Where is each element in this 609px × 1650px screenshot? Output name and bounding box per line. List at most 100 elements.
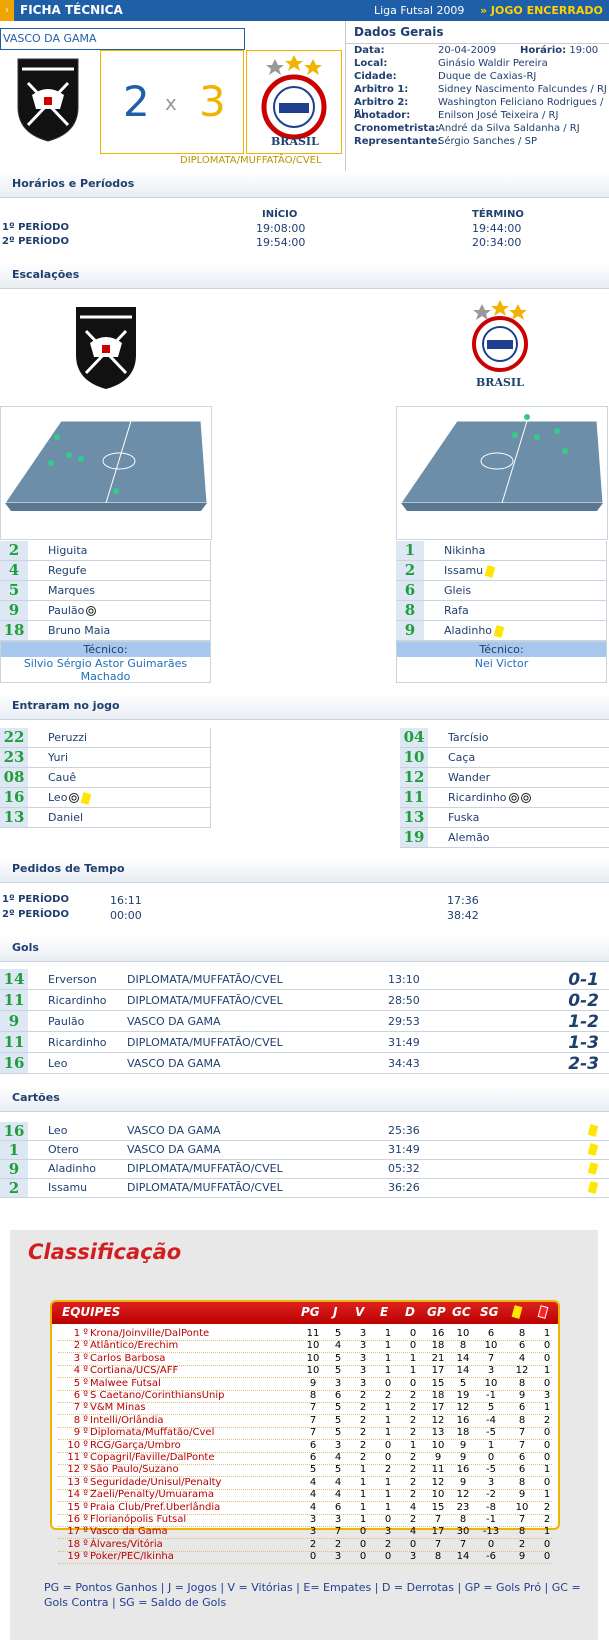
table-row: 2 Issamu DIPLOMATA/MUFFATÃO/CVEL 36:26 bbox=[0, 1179, 609, 1198]
table-row[interactable]: 14 º Zaeli/Penalty/Umuarama 4 4 1 1 2 10 12 -2 9 1 bbox=[58, 1489, 552, 1503]
dados-row: Local: Ginásio Waldir Pereira bbox=[354, 58, 548, 69]
stat-cell: 1 bbox=[543, 1328, 551, 1339]
home-score: 2 bbox=[123, 77, 150, 126]
stat-cell: 2 bbox=[409, 1476, 417, 1488]
stat-cell: 18 bbox=[456, 1427, 470, 1439]
stat-cell: 2 bbox=[359, 1402, 367, 1414]
dados-gerais-panel: Dados Gerais Data: 20-04-2009 Horário: 19… bbox=[345, 21, 609, 171]
table-row[interactable]: 18 º Álvares/Vitória 2 2 0 2 0 7 7 0 2 0 bbox=[58, 1539, 552, 1552]
team-name[interactable]: Intelli/Orlândia bbox=[90, 1415, 164, 1426]
team-name[interactable]: V&M Minas bbox=[90, 1402, 146, 1413]
table-row[interactable]: 5 º Malwee Futsal 9 3 3 0 0 15 5 10 8 0 bbox=[58, 1378, 552, 1391]
team-name[interactable]: Malwee Futsal bbox=[90, 1378, 161, 1389]
table-row[interactable]: 19 º Poker/PEC/Ikinha 0 3 0 0 3 8 14 -6 9 0 bbox=[58, 1551, 552, 1565]
table-row[interactable]: 6 ºS Caetano/CorinthiansUnip 8 6 2 2 2 18 19 -1 9… bbox=[58, 1390, 552, 1403]
team-name[interactable]: Praia Club/Pref.Uberlândia bbox=[90, 1502, 220, 1513]
table-row[interactable]: 4 º Cortiana/UCS/AFF 10 5 3 1 1 17 14 3 12 1 bbox=[58, 1365, 552, 1379]
stat-cell: 2 bbox=[359, 1427, 367, 1439]
table-row[interactable]: 16 º Florianópolis Futsal 3 3 1 0 2 7 8 -1 7 2 bbox=[58, 1514, 552, 1527]
stat-cell: 6 bbox=[518, 1452, 526, 1463]
stat-cell: 7 bbox=[434, 1538, 442, 1550]
team-name[interactable]: Diplomata/Muffatão/Cvel bbox=[90, 1427, 214, 1438]
table-row[interactable]: 10 º RCG/Garça/Umbro 6 3 2 0 1 10 9 1 7 0 bbox=[58, 1440, 552, 1453]
yellow-card-icon bbox=[587, 1162, 599, 1175]
team-name[interactable]: Atlântico/Erechim bbox=[90, 1340, 178, 1351]
stat-cell: 3 bbox=[334, 1551, 342, 1563]
section-pedidos: Pedidos de Tempo bbox=[0, 857, 609, 883]
stat-cell: 4 bbox=[334, 1452, 342, 1463]
stat-cell: 10 bbox=[456, 1328, 470, 1339]
list-item: 18 Bruno Maia bbox=[0, 621, 211, 641]
goal-ball-icon bbox=[508, 793, 519, 803]
table-row[interactable]: 7 º V&M Minas 7 5 2 1 2 17 12 5 6 1 bbox=[58, 1402, 552, 1416]
stat-cell: 17 bbox=[431, 1365, 445, 1377]
dados-row: Arbitro 1: Sidney Nascimento Falcundes / … bbox=[354, 84, 607, 95]
team-name[interactable]: Álvares/Vitória bbox=[90, 1539, 163, 1550]
table-row[interactable]: 9 º Diplomata/Muffatão/Cvel 7 5 2 1 2 13 18 -5 7 0 bbox=[58, 1427, 552, 1441]
team-name[interactable]: Carlos Barbosa bbox=[90, 1353, 165, 1364]
team-name[interactable]: São Paulo/Suzano bbox=[90, 1464, 179, 1475]
table-row[interactable]: 8 º Intelli/Orlândia 7 5 2 1 2 12 16 -4 8 2 bbox=[58, 1415, 552, 1428]
stat-cell: 9 bbox=[518, 1390, 526, 1401]
stat-cell: 8 bbox=[434, 1551, 442, 1563]
stat-cell: -1 bbox=[486, 1390, 496, 1401]
stat-cell: 1 bbox=[543, 1526, 551, 1538]
team-name[interactable]: Poker/PEC/Ikinha bbox=[90, 1551, 174, 1562]
stat-cell: 1 bbox=[384, 1414, 392, 1426]
stat-cell: 4 bbox=[309, 1489, 317, 1501]
stat-cell: 2 bbox=[384, 1538, 392, 1550]
stat-cell: 8 bbox=[459, 1514, 467, 1525]
stat-cell: 2 bbox=[359, 1390, 367, 1401]
team-name[interactable]: Florianópolis Futsal bbox=[90, 1514, 186, 1525]
table-row[interactable]: 2 º Atlântico/Erechim 10 4 3 1 0 18 8 10 6 0 bbox=[58, 1340, 552, 1354]
rank: 14 º bbox=[67, 1489, 88, 1501]
team-name[interactable]: Seguridade/Unisul/Penalty bbox=[90, 1477, 221, 1488]
horario-field: Horário: 19:00 bbox=[520, 45, 599, 56]
stat-cell: 1 bbox=[543, 1464, 551, 1476]
score-box: 2 x 3 bbox=[100, 50, 244, 154]
home-lineup: 2 Higuita 4 Regufe 5 Marques 9 Paulão 18 Brun… bbox=[0, 541, 211, 683]
table-row[interactable]: 12 º São Paulo/Suzano 5 5 1 2 2 11 16 -5 6 1 bbox=[58, 1464, 552, 1478]
stat-cell: 2 bbox=[409, 1514, 417, 1525]
rank: 2 º bbox=[73, 1340, 88, 1352]
away-subs: 04 Tarcísio 10 Caça 12 Wander 11 Ricardinho … bbox=[400, 728, 609, 848]
table-row[interactable]: 15 º Praia Club/Pref.Uberlândia 4 6 1 1 4 15 23 -… bbox=[58, 1502, 552, 1515]
periodo-label: 1º PERÍODO bbox=[2, 222, 69, 233]
team-name[interactable]: Cortiana/UCS/AFF bbox=[90, 1365, 178, 1376]
stat-cell: 8 bbox=[518, 1377, 526, 1389]
match-status[interactable]: » JOGO ENCERRADO bbox=[480, 4, 603, 17]
section-gols: Gols bbox=[0, 936, 609, 962]
stat-cell: 2 bbox=[384, 1464, 392, 1476]
stat-cell: 3 bbox=[334, 1377, 342, 1389]
periodo-start: 19:54:00 bbox=[256, 236, 306, 249]
stat-cell: 2 bbox=[309, 1538, 317, 1550]
table-row[interactable]: 13 º Seguridade/Unisul/Penalty 4 4 1 1 2 12 9 3 8 0 bbox=[58, 1477, 552, 1490]
stat-cell: 3 bbox=[487, 1476, 495, 1488]
stat-cell: 7 bbox=[334, 1526, 342, 1538]
stat-cell: -6 bbox=[486, 1551, 496, 1563]
stat-cell: 2 bbox=[409, 1464, 417, 1476]
team-name[interactable]: S Caetano/CorinthiansUnip bbox=[90, 1390, 225, 1401]
stat-cell: 10 bbox=[431, 1439, 445, 1451]
periodo-end: 20:34:00 bbox=[472, 236, 522, 249]
home-formation-court bbox=[0, 406, 212, 540]
stat-cell: 15 bbox=[431, 1501, 445, 1513]
stat-cell: 1 bbox=[359, 1464, 367, 1476]
stat-cell: 3 bbox=[359, 1377, 367, 1389]
stat-cell: 12 bbox=[431, 1476, 445, 1488]
team-name[interactable]: Vasco da Gama bbox=[90, 1526, 168, 1537]
stat-cell: 2 bbox=[409, 1414, 417, 1426]
team-name[interactable]: Copagril/Faville/DalPonte bbox=[90, 1452, 215, 1463]
table-row[interactable]: 17 º Vasco da Gama 3 7 0 3 4 17 30 -13 8 1 bbox=[58, 1526, 552, 1540]
stat-cell: 9 bbox=[459, 1439, 467, 1451]
table-row[interactable]: 3 º Carlos Barbosa 10 5 3 1 1 21 14 7 4 0 bbox=[58, 1353, 552, 1366]
stat-cell: 12 bbox=[431, 1414, 445, 1426]
table-row[interactable]: 11 º Copagril/Faville/DalPonte 6 4 2 0 2 9 9 0 6 0 bbox=[58, 1452, 552, 1465]
stat-cell: 7 bbox=[518, 1427, 526, 1439]
stat-cell: 4 bbox=[309, 1501, 317, 1513]
team-name[interactable]: Krona/Joinville/DalPonte bbox=[90, 1328, 209, 1339]
team-name[interactable]: RCG/Garça/Umbro bbox=[90, 1440, 181, 1451]
team-name[interactable]: Zaeli/Penalty/Umuarama bbox=[90, 1489, 214, 1500]
goal-ball-icon bbox=[520, 793, 531, 803]
stat-cell: 0 bbox=[409, 1328, 417, 1339]
